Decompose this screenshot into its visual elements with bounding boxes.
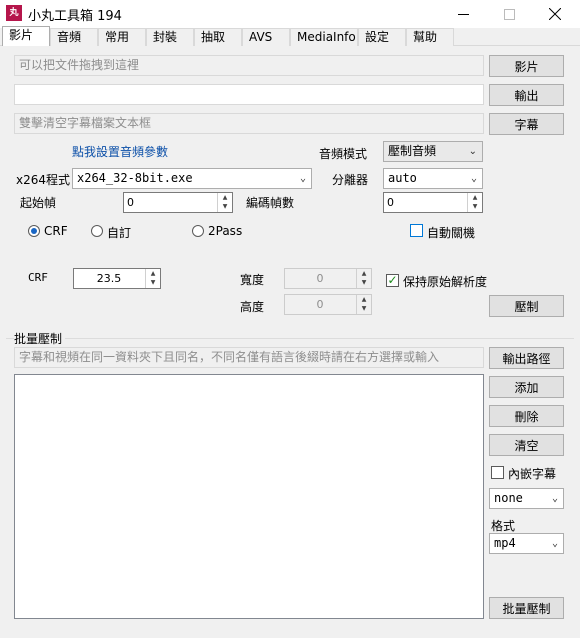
spin-up-icon[interactable]: ▲ [468,193,482,202]
tab-audio[interactable]: 音頻 [50,28,98,46]
batch-file-list[interactable] [14,374,484,619]
chevron-down-icon: ⌄ [470,173,477,184]
width-stepper: 0 ▲ ▼ [284,268,372,289]
start-frame-label: 起始幀 [20,196,57,210]
subtitle-field[interactable]: 雙擊清空字幕檔案文本框 [14,113,484,134]
splitter-select[interactable]: auto ⌄ [383,168,483,189]
chevron-down-icon: ⌄ [468,146,477,157]
custom-radio[interactable] [91,225,103,237]
height-value: 0 [316,298,324,311]
embed-subs-checkbox[interactable] [491,466,504,479]
close-button[interactable] [532,0,578,28]
output-path-button[interactable]: 輸出路徑 [489,347,564,369]
spin-up-icon[interactable]: ▲ [218,193,232,202]
start-frame-value: 0 [127,196,134,209]
spin-down-icon[interactable]: ▼ [468,202,482,211]
encode-button[interactable]: 壓制 [489,295,564,317]
spin-up-icon: ▲ [361,296,367,303]
tab-mux[interactable]: 封裝 [146,28,194,46]
splitter-label: 分離器 [332,173,369,187]
crf-radio[interactable] [28,225,40,237]
clear-button[interactable]: 清空 [489,434,564,456]
minimize-button[interactable] [440,0,486,28]
tab-avs[interactable]: AVS [242,28,290,46]
output-button[interactable]: 輸出 [489,84,564,106]
format-value: mp4 [494,536,516,550]
spin-down-icon[interactable]: ▼ [218,202,232,211]
batch-hint-field[interactable]: 字幕和視頻在同一資料夾下且同名，不同名僅有語言後綴時請在右方選擇或輸入 [14,347,484,368]
tab-settings[interactable]: 設定 [358,28,406,46]
height-label: 高度 [240,300,265,314]
x264-label: x264程式 [16,173,71,187]
chevron-down-icon: ⌄ [299,173,306,184]
keep-resolution-checkbox[interactable]: ✓ [386,274,399,287]
audio-params-link[interactable]: 點我設置音頻參數 [72,143,168,160]
spin-down-icon: ▼ [361,305,367,312]
audio-mode-label: 音頻模式 [319,147,368,161]
crf-value: 23.5 [96,272,122,285]
audio-mode-select[interactable]: 壓制音頻 ⌄ [383,141,483,162]
maximize-icon [503,8,515,20]
crf-radio-label: CRF [44,224,68,238]
width-value: 0 [316,272,324,285]
video-button[interactable]: 影片 [489,55,564,77]
height-stepper: 0 ▲ ▼ [284,294,372,315]
encode-frames-value: 0 [387,196,394,209]
subtitle-language-value: none [494,491,523,505]
tab-video[interactable]: 影片 [2,26,50,46]
batch-group-border [6,338,574,339]
splitter-value: auto [388,171,417,185]
auto-shutdown-checkbox[interactable] [410,224,423,237]
close-icon [549,8,561,20]
x264-select[interactable]: x264_32-8bit.exe ⌄ [72,168,312,189]
maximize-button [486,0,532,28]
subtitle-button[interactable]: 字幕 [489,113,564,135]
format-select[interactable]: mp4 ⌄ [489,533,564,554]
minimize-icon [457,13,469,15]
chevron-down-icon: ⌄ [551,538,558,549]
spin-down-icon[interactable]: ▼ [146,278,160,287]
subtitle-language-select[interactable]: none ⌄ [489,488,564,509]
chevron-down-icon: ⌄ [551,493,558,504]
tab-mediainfo[interactable]: MediaInfo [290,28,358,46]
batch-encode-button[interactable]: 批量壓制 [489,597,564,619]
format-label: 格式 [491,519,516,533]
spin-up-icon: ▲ [361,270,367,277]
output-field[interactable] [14,84,484,105]
spin-down-icon: ▼ [361,279,367,286]
embed-subs-label: 內嵌字幕 [508,467,557,481]
custom-radio-label: 自訂 [107,226,132,240]
delete-button[interactable]: 刪除 [489,405,564,427]
spin-up-icon[interactable]: ▲ [146,269,160,278]
app-icon: 丸 [6,5,22,21]
width-label: 寬度 [240,273,265,287]
auto-shutdown-label: 自動關機 [427,226,476,240]
tab-common[interactable]: 常用 [98,28,146,46]
encode-frames-stepper[interactable]: 0 ▲ ▼ [383,192,483,213]
batch-group-title: 批量壓制 [14,330,66,347]
crf-stepper[interactable]: 23.5 ▲ ▼ [73,268,161,289]
start-frame-stepper[interactable]: 0 ▲ ▼ [123,192,233,213]
tab-extract[interactable]: 抽取 [194,28,242,46]
crf-label: CRF [28,271,48,284]
encode-frames-label: 編碼幀數 [246,196,295,210]
keep-resolution-label: 保持原始解析度 [403,275,488,289]
tab-help[interactable]: 幫助 [406,28,454,46]
2pass-radio-label: 2Pass [208,224,243,238]
x264-value: x264_32-8bit.exe [77,171,193,185]
2pass-radio[interactable] [192,225,204,237]
window-title: 小丸工具箱 194 [28,9,122,24]
video-input-field[interactable]: 可以把文件拖拽到這裡 [14,55,484,76]
audio-mode-value: 壓制音頻 [388,144,437,158]
add-button[interactable]: 添加 [489,376,564,398]
